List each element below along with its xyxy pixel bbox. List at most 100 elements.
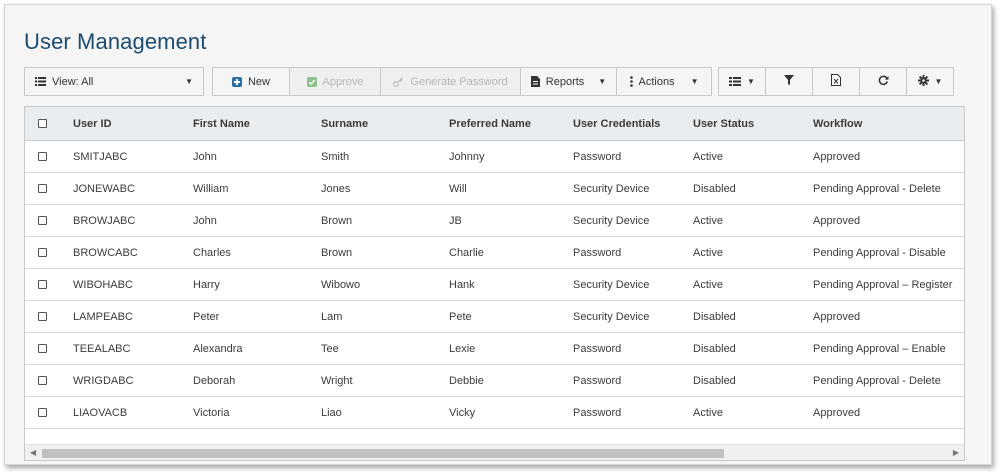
cell-user-id: LAMPEABC xyxy=(73,310,133,323)
cell-first-name: Peter xyxy=(193,310,220,323)
row-checkbox[interactable] xyxy=(38,216,47,225)
row-checkbox[interactable] xyxy=(38,152,47,161)
page-title: User Management xyxy=(24,29,207,54)
cell-user-id: LIAOVACB xyxy=(73,406,128,419)
check-icon xyxy=(306,76,317,87)
columns-icon xyxy=(729,77,742,86)
header-workflow[interactable]: Workflow xyxy=(813,107,862,140)
cell-user-id: WIBOHABC xyxy=(73,278,133,291)
cell-user-credentials: Password xyxy=(573,406,622,419)
gear-icon xyxy=(917,74,929,89)
export-excel-button[interactable] xyxy=(812,67,860,96)
table-row[interactable]: LIAOVACB Victoria Liao Vicky Password Active A… xyxy=(25,397,964,429)
table-row[interactable]: LAMPEABC Peter Lam Pete Security Device Disab… xyxy=(25,301,964,333)
actions-button-label: Actions xyxy=(638,75,675,88)
cell-user-credentials: Security Device xyxy=(573,182,650,195)
cell-preferred-name: Will xyxy=(449,182,467,195)
row-checkbox[interactable] xyxy=(38,248,47,257)
refresh-button[interactable] xyxy=(859,67,907,96)
cell-surname: Brown xyxy=(321,214,353,227)
users-table: User ID First Name Surname Preferred Nam… xyxy=(24,106,965,461)
cell-user-id: BROWCABC xyxy=(73,246,138,259)
user-management-window: User Management View: All ▼ New Approve xyxy=(4,4,992,465)
cell-surname: Brown xyxy=(321,246,353,259)
chevron-down-icon: ▼ xyxy=(747,77,755,86)
cell-first-name: John xyxy=(193,214,217,227)
scroll-right-icon[interactable]: ▶ xyxy=(953,448,959,457)
cell-preferred-name: Debbie xyxy=(449,374,484,387)
cell-preferred-name: Hank xyxy=(449,278,475,291)
scrollbar-thumb[interactable] xyxy=(42,449,724,458)
table-row[interactable]: WRIGDABC Deborah Wright Debbie Password Disab… xyxy=(25,365,964,397)
new-button[interactable]: New xyxy=(212,67,290,96)
table-body: SMITJABC John Smith Johnny Password Active App… xyxy=(25,141,964,429)
header-user-id[interactable]: User ID xyxy=(73,107,112,140)
approve-button[interactable]: Approve xyxy=(289,67,381,96)
grid-tools-toolbar: ▼ ▼ xyxy=(718,67,954,96)
reports-button[interactable]: Reports ▼ xyxy=(520,67,617,96)
horizontal-scrollbar[interactable]: ◀ ▶ xyxy=(25,444,964,460)
cell-user-credentials: Security Device xyxy=(573,310,650,323)
cell-user-id: BROWJABC xyxy=(73,214,136,227)
table-row[interactable]: BROWJABC John Brown JB Security Device Active… xyxy=(25,205,964,237)
cell-workflow: Approved xyxy=(813,150,861,163)
more-vertical-icon xyxy=(629,76,633,87)
cell-user-status: Active xyxy=(693,406,723,419)
cell-workflow: Pending Approval - Delete xyxy=(813,374,941,387)
row-checkbox[interactable] xyxy=(38,280,47,289)
select-all-checkbox[interactable] xyxy=(38,119,47,128)
refresh-icon xyxy=(878,75,889,89)
view-select-label: View: All xyxy=(52,75,94,88)
cell-first-name: John xyxy=(193,150,217,163)
cell-first-name: William xyxy=(193,182,229,195)
cell-surname: Lam xyxy=(321,310,343,323)
generate-password-button[interactable]: Generate Password xyxy=(380,67,521,96)
cell-user-status: Disabled xyxy=(693,374,736,387)
row-checkbox[interactable] xyxy=(38,312,47,321)
header-preferred-name[interactable]: Preferred Name xyxy=(449,107,531,140)
chevron-down-icon: ▼ xyxy=(185,77,193,86)
scroll-left-icon[interactable]: ◀ xyxy=(30,448,36,457)
row-checkbox[interactable] xyxy=(38,408,47,417)
actions-button[interactable]: Actions ▼ xyxy=(616,67,712,96)
view-select[interactable]: View: All ▼ xyxy=(24,67,204,96)
cell-preferred-name: Pete xyxy=(449,310,472,323)
header-user-credentials[interactable]: User Credentials xyxy=(573,107,660,140)
row-checkbox[interactable] xyxy=(38,376,47,385)
cell-user-status: Active xyxy=(693,214,723,227)
cell-user-id: SMITJABC xyxy=(73,150,128,163)
table-row[interactable]: TEEALABC Alexandra Tee Lexie Password Disable… xyxy=(25,333,964,365)
cell-user-status: Disabled xyxy=(693,342,736,355)
row-checkbox[interactable] xyxy=(38,184,47,193)
cell-user-id: JONEWABC xyxy=(73,182,135,195)
table-row[interactable]: SMITJABC John Smith Johnny Password Active App… xyxy=(25,141,964,173)
filter-button[interactable] xyxy=(765,67,813,96)
generate-password-label: Generate Password xyxy=(410,75,508,88)
cell-user-id: WRIGDABC xyxy=(73,374,134,387)
cell-user-credentials: Password xyxy=(573,374,622,387)
cell-user-credentials: Password xyxy=(573,342,622,355)
header-user-status[interactable]: User Status xyxy=(693,107,754,140)
header-first-name[interactable]: First Name xyxy=(193,107,250,140)
cell-workflow: Approved xyxy=(813,406,861,419)
cell-first-name: Victoria xyxy=(193,406,230,419)
table-header: User ID First Name Surname Preferred Nam… xyxy=(25,107,964,141)
header-surname[interactable]: Surname xyxy=(321,107,368,140)
cell-preferred-name: JB xyxy=(449,214,462,227)
cell-user-status: Disabled xyxy=(693,182,736,195)
cell-user-credentials: Password xyxy=(573,246,622,259)
plus-icon xyxy=(231,76,242,87)
document-icon xyxy=(530,76,540,87)
cell-first-name: Harry xyxy=(193,278,220,291)
settings-button[interactable]: ▼ xyxy=(906,67,954,96)
new-button-label: New xyxy=(247,75,270,88)
cell-surname: Smith xyxy=(321,150,350,163)
columns-button[interactable]: ▼ xyxy=(718,67,766,96)
table-row[interactable]: WIBOHABC Harry Wibowo Hank Security Device Ac… xyxy=(25,269,964,301)
table-row[interactable]: BROWCABC Charles Brown Charlie Password Activ… xyxy=(25,237,964,269)
cell-preferred-name: Charlie xyxy=(449,246,484,259)
table-row[interactable]: JONEWABC William Jones Will Security Device D… xyxy=(25,173,964,205)
cell-surname: Liao xyxy=(321,406,342,419)
row-checkbox[interactable] xyxy=(38,344,47,353)
list-icon xyxy=(35,77,46,86)
